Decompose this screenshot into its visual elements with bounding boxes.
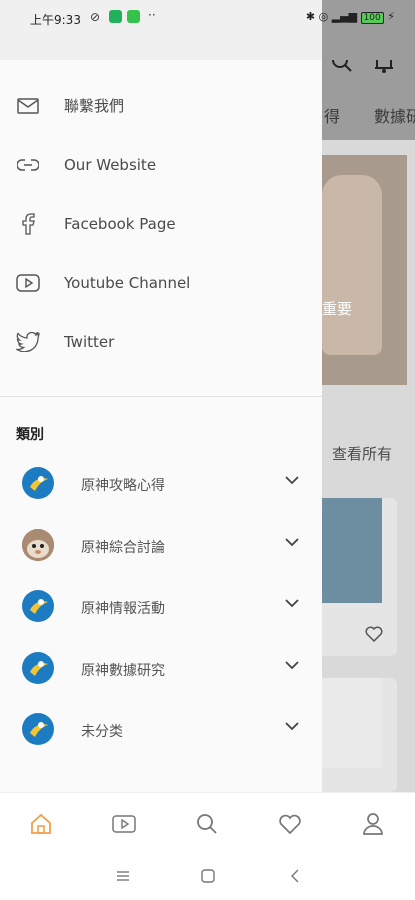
heart-icon bbox=[365, 626, 383, 642]
navigation-drawer: 聯繫我們 Our Website Facebook Page Youtube C… bbox=[0, 0, 322, 792]
battery-icon: 100 bbox=[360, 12, 384, 24]
app-notification-icon bbox=[109, 10, 122, 23]
charging-icon: ⚡ bbox=[387, 10, 395, 23]
menu-item-label: Facebook Page bbox=[64, 214, 176, 233]
signal-icon: ▂▄▆ bbox=[331, 10, 358, 23]
background-card bbox=[322, 678, 397, 792]
card-thumbnail bbox=[322, 498, 382, 603]
menu-item-label: Twitter bbox=[64, 332, 115, 351]
alarm-icon: ◎ bbox=[318, 10, 329, 23]
chevron-down-icon[interactable] bbox=[285, 537, 299, 547]
menu-item-label: Our Website bbox=[64, 155, 157, 174]
category-item[interactable]: 未分类 bbox=[0, 698, 322, 760]
category-avatar bbox=[22, 528, 54, 561]
notification-mute-icon: ⊘ bbox=[90, 10, 101, 24]
category-item[interactable]: 原神情報活動 bbox=[0, 575, 322, 637]
mail-icon bbox=[16, 94, 40, 118]
category-label: 原神攻略心得 bbox=[81, 478, 165, 494]
home-icon[interactable] bbox=[28, 811, 54, 837]
status-indicators: ✱ ◎ ▂▄▆ 100 ⚡ bbox=[306, 10, 395, 24]
back-icon[interactable] bbox=[285, 866, 305, 886]
heart-icon[interactable] bbox=[277, 811, 303, 837]
background-tab: 數據研 bbox=[374, 107, 415, 126]
menu-item-twitter[interactable]: Twitter bbox=[0, 312, 322, 371]
search-icon[interactable] bbox=[194, 811, 220, 837]
home-square-icon[interactable] bbox=[198, 866, 218, 886]
menu-item-facebook[interactable]: Facebook Page bbox=[0, 194, 322, 253]
youtube-icon bbox=[16, 271, 40, 295]
category-item[interactable]: 原神綜合討論 bbox=[0, 514, 322, 576]
more-notifications-icon: ·· bbox=[148, 8, 156, 22]
chevron-down-icon[interactable] bbox=[285, 722, 299, 731]
chevron-down-icon[interactable] bbox=[285, 599, 299, 608]
category-label: 未分类 bbox=[81, 724, 123, 740]
category-avatar bbox=[22, 590, 54, 622]
menu-item-contact[interactable]: 聯繫我們 bbox=[0, 76, 322, 135]
video-icon[interactable] bbox=[111, 811, 137, 837]
link-icon bbox=[16, 153, 40, 177]
profile-icon[interactable] bbox=[360, 811, 386, 837]
menu-icon[interactable] bbox=[113, 866, 133, 886]
chevron-down-icon[interactable] bbox=[285, 660, 299, 670]
twitter-icon bbox=[16, 330, 40, 354]
card-thumbnail bbox=[322, 678, 382, 768]
categories-heading: 類別 bbox=[16, 427, 44, 443]
status-bar: 上午9:33 ⊘ ·· ✱ ◎ ▂▄▆ 100 ⚡ bbox=[0, 0, 415, 60]
system-navigation-bar bbox=[0, 852, 415, 900]
background-tab: 得 bbox=[324, 107, 341, 126]
category-item[interactable]: 原神攻略心得 bbox=[0, 452, 322, 514]
chevron-down-icon[interactable] bbox=[285, 476, 299, 485]
category-avatar bbox=[22, 467, 54, 499]
bottom-navigation bbox=[0, 792, 415, 852]
category-list: 原神攻略心得 原神綜合討論 原神情報活動 原神數據研究 未分类 bbox=[0, 452, 322, 760]
menu-item-website[interactable]: Our Website bbox=[0, 135, 322, 194]
status-bar-overlay bbox=[322, 0, 415, 60]
menu-item-label: 聯繫我們 bbox=[64, 97, 125, 115]
background-card bbox=[322, 498, 397, 656]
banner-figure bbox=[322, 175, 382, 355]
menu-item-label: Youtube Channel bbox=[64, 273, 191, 292]
view-all-link: 查看所有 bbox=[332, 445, 393, 463]
category-label: 原神數據研究 bbox=[81, 662, 165, 679]
category-label: 原神綜合討論 bbox=[81, 539, 165, 556]
category-label: 原神情報活動 bbox=[81, 601, 165, 617]
category-avatar bbox=[22, 713, 54, 745]
category-item[interactable]: 原神數據研究 bbox=[0, 637, 322, 699]
category-avatar bbox=[22, 651, 54, 684]
facebook-icon bbox=[16, 212, 40, 236]
app-notification-icon bbox=[127, 10, 140, 23]
background-banner: 重要 bbox=[322, 155, 407, 385]
drawer-divider bbox=[0, 396, 322, 397]
status-time: 上午9:33 bbox=[30, 13, 81, 27]
drawer-menu: 聯繫我們 Our Website Facebook Page Youtube C… bbox=[0, 76, 322, 371]
banner-text: 重要 bbox=[322, 300, 353, 318]
menu-item-youtube[interactable]: Youtube Channel bbox=[0, 253, 322, 312]
bluetooth-icon: ✱ bbox=[305, 10, 316, 23]
